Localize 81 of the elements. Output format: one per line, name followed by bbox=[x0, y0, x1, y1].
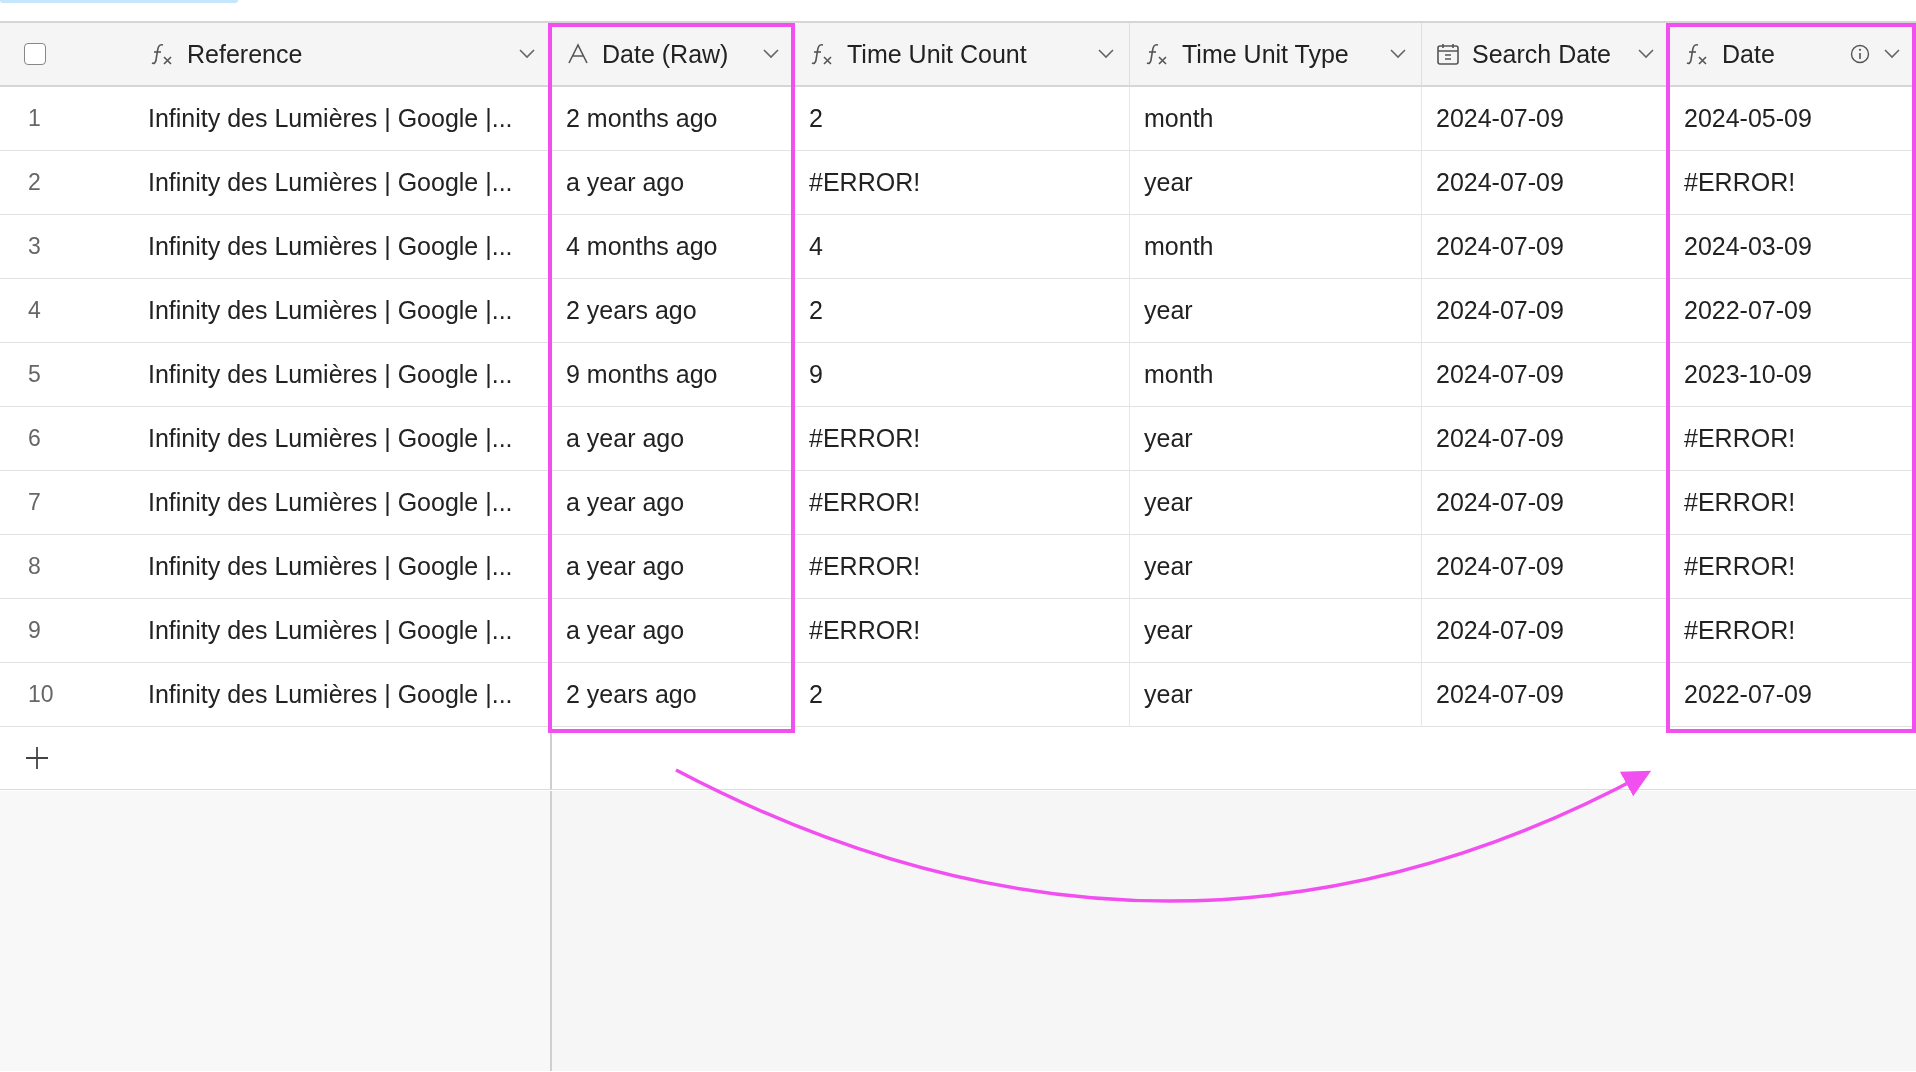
table-cell: year bbox=[1130, 279, 1422, 343]
table-cell: 2024-03-09 bbox=[1670, 215, 1916, 279]
table-cell: #ERROR! bbox=[1670, 407, 1916, 471]
table-cell: month bbox=[1130, 343, 1422, 407]
column-header[interactable]: Time Unit Type bbox=[1130, 23, 1422, 87]
table-cell: 2024-07-09 bbox=[1422, 407, 1670, 471]
table-cell: Infinity des Lumières | Google |... bbox=[135, 343, 552, 407]
calendar-icon bbox=[1436, 42, 1460, 66]
table-cell: 2 years ago bbox=[552, 279, 795, 343]
table-cell: a year ago bbox=[552, 471, 795, 535]
table-cell: a year ago bbox=[552, 151, 795, 215]
table-cell: Infinity des Lumières | Google |... bbox=[135, 535, 552, 599]
table-cell: #ERROR! bbox=[1670, 151, 1916, 215]
formula-icon bbox=[149, 42, 175, 66]
table-cell: #ERROR! bbox=[795, 407, 1130, 471]
table-cell: 2024-07-09 bbox=[1422, 279, 1670, 343]
row-number: 8 bbox=[0, 535, 135, 599]
table-cell: 9 months ago bbox=[552, 343, 795, 407]
table-cell: 2 bbox=[795, 279, 1130, 343]
row-number: 4 bbox=[0, 279, 135, 343]
table-cell: 2022-07-09 bbox=[1670, 663, 1916, 727]
table-cell: 2 months ago bbox=[552, 87, 795, 151]
row-number: 5 bbox=[0, 343, 135, 407]
table-cell: #ERROR! bbox=[795, 471, 1130, 535]
table-cell: #ERROR! bbox=[795, 535, 1130, 599]
formula-icon bbox=[1144, 42, 1170, 66]
table-cell: a year ago bbox=[552, 407, 795, 471]
table-cell: Infinity des Lumières | Google |... bbox=[135, 215, 552, 279]
table-cell: 4 bbox=[795, 215, 1130, 279]
table-cell: Infinity des Lumières | Google |... bbox=[135, 87, 552, 151]
table-cell: #ERROR! bbox=[795, 151, 1130, 215]
add-row-icon[interactable] bbox=[24, 745, 50, 771]
formula-icon bbox=[809, 42, 835, 66]
table-cell: 2024-07-09 bbox=[1422, 535, 1670, 599]
table-cell: 2024-05-09 bbox=[1670, 87, 1916, 151]
row-number: 3 bbox=[0, 215, 135, 279]
row-number: 6 bbox=[0, 407, 135, 471]
table-cell: a year ago bbox=[552, 599, 795, 663]
table-cell: 4 months ago bbox=[552, 215, 795, 279]
row-number: 10 bbox=[0, 663, 135, 727]
table-cell: #ERROR! bbox=[1670, 535, 1916, 599]
row-number: 1 bbox=[0, 87, 135, 151]
table-cell: 2024-07-09 bbox=[1422, 343, 1670, 407]
row-number: 2 bbox=[0, 151, 135, 215]
table-cell: Infinity des Lumières | Google |... bbox=[135, 279, 552, 343]
row-number: 9 bbox=[0, 599, 135, 663]
table-cell: Infinity des Lumières | Google |... bbox=[135, 599, 552, 663]
table-cell: year bbox=[1130, 151, 1422, 215]
table-cell: 2024-07-09 bbox=[1422, 87, 1670, 151]
table-cell: #ERROR! bbox=[1670, 471, 1916, 535]
table-cell: a year ago bbox=[552, 535, 795, 599]
table-cell: Infinity des Lumières | Google |... bbox=[135, 663, 552, 727]
table-cell: year bbox=[1130, 599, 1422, 663]
table-cell: 2024-07-09 bbox=[1422, 215, 1670, 279]
table-cell: Infinity des Lumières | Google |... bbox=[135, 471, 552, 535]
formula-icon bbox=[1684, 42, 1710, 66]
column-header[interactable]: Time Unit Count bbox=[795, 23, 1130, 87]
letter-a-icon bbox=[566, 42, 590, 66]
table-cell: #ERROR! bbox=[795, 599, 1130, 663]
table-cell: 2023-10-09 bbox=[1670, 343, 1916, 407]
table-cell: month bbox=[1130, 215, 1422, 279]
table-cell: 2024-07-09 bbox=[1422, 663, 1670, 727]
row-number: 7 bbox=[0, 471, 135, 535]
table-cell: year bbox=[1130, 535, 1422, 599]
table-cell: year bbox=[1130, 407, 1422, 471]
table-cell: year bbox=[1130, 471, 1422, 535]
table-cell: Infinity des Lumières | Google |... bbox=[135, 407, 552, 471]
table-cell: #ERROR! bbox=[1670, 599, 1916, 663]
table-cell: 2022-07-09 bbox=[1670, 279, 1916, 343]
table-cell: 2 bbox=[795, 87, 1130, 151]
table-cell: 9 bbox=[795, 343, 1130, 407]
table-cell: 2 bbox=[795, 663, 1130, 727]
info-icon bbox=[1849, 43, 1871, 65]
table-cell: month bbox=[1130, 87, 1422, 151]
table-cell: 2024-07-09 bbox=[1422, 599, 1670, 663]
table-cell: year bbox=[1130, 663, 1422, 727]
table-cell: 2 years ago bbox=[552, 663, 795, 727]
table-cell: 2024-07-09 bbox=[1422, 471, 1670, 535]
select-all-checkbox[interactable] bbox=[24, 43, 46, 65]
table-cell: 2024-07-09 bbox=[1422, 151, 1670, 215]
table-cell: Infinity des Lumières | Google |... bbox=[135, 151, 552, 215]
